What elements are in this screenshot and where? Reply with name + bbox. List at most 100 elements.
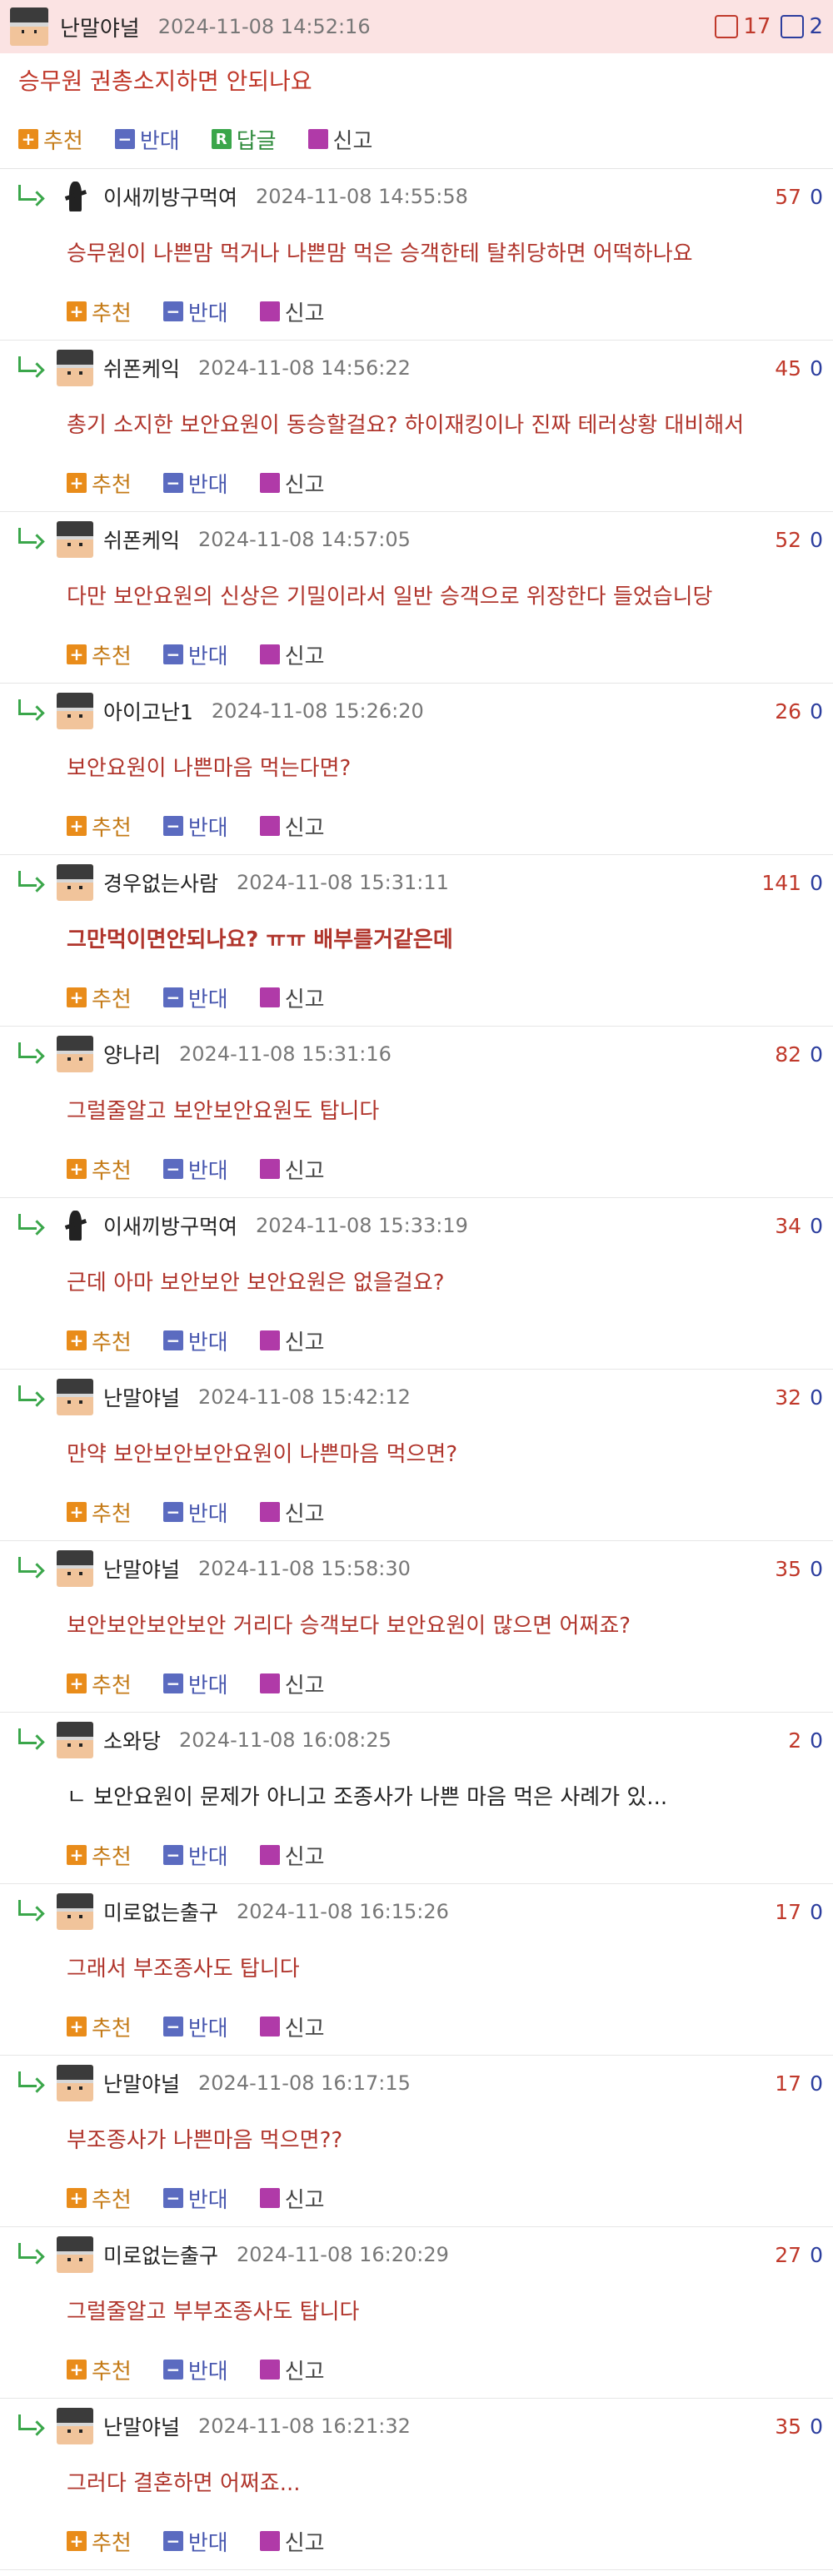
comment-author[interactable]: 이새끼방구먹여	[103, 182, 237, 211]
oppose-button[interactable]: − 반대	[162, 1154, 228, 1185]
comment-text: 그러다 결혼하면 어쩌죠...	[67, 2471, 301, 2496]
author-avatar[interactable]	[57, 2065, 93, 2101]
recommend-button[interactable]: + 추천	[67, 2012, 132, 2042]
comment-actions: + 추천 − 반대 신고	[0, 1484, 833, 1539]
recommend-button[interactable]: + 추천	[18, 124, 83, 155]
recommend-button[interactable]: + 추천	[67, 982, 132, 1013]
recommend-button[interactable]: + 추천	[67, 811, 132, 842]
report-button[interactable]: 신고	[259, 1840, 325, 1871]
author-avatar[interactable]	[57, 1550, 93, 1587]
comment-author[interactable]: 미로없는출구	[103, 1897, 218, 1927]
oppose-button[interactable]: − 반대	[162, 1497, 228, 1528]
post-author[interactable]: 난말야널	[60, 12, 140, 42]
thumbs-down-icon	[781, 15, 805, 38]
recommend-button[interactable]: + 추천	[67, 1154, 132, 1185]
report-button[interactable]: 신고	[307, 124, 372, 155]
author-avatar[interactable]	[57, 1722, 93, 1758]
comment-author[interactable]: 소와당	[103, 1725, 161, 1755]
author-avatar[interactable]	[57, 1893, 93, 1930]
report-button[interactable]: 신고	[259, 2012, 325, 2042]
reply-arrow-icon	[15, 185, 45, 208]
recommend-button[interactable]: + 추천	[67, 639, 132, 670]
recommend-button[interactable]: + 추천	[67, 2355, 132, 2385]
report-button[interactable]: 신고	[259, 1668, 325, 1699]
recommend-button[interactable]: + 추천	[67, 1668, 132, 1699]
recommend-button[interactable]: + 추천	[67, 2183, 132, 2214]
author-avatar[interactable]	[57, 178, 93, 215]
oppose-button[interactable]: − 반대	[162, 1840, 228, 1871]
recommend-button[interactable]: + 추천	[67, 2526, 132, 2557]
comment-votes: 20	[788, 1713, 823, 1768]
report-button[interactable]: 신고	[259, 2183, 325, 2214]
recommend-button[interactable]: + 추천	[67, 1840, 132, 1871]
comment-author[interactable]: 난말야널	[103, 1382, 180, 1412]
author-avatar[interactable]	[57, 521, 93, 558]
oppose-button[interactable]: − 반대	[162, 1668, 228, 1699]
comment-date: 2024-11-08 16:15:26	[237, 1900, 449, 1923]
comment-votes: 34 0	[775, 1198, 823, 1253]
comment-header: 난말야널 2024-11-08 16:21:32 35 0	[0, 2399, 833, 2454]
report-button[interactable]: 신고	[259, 2355, 325, 2385]
comment-header: 미로없는출구 2024-11-08 16:20:29 27 0	[0, 2227, 833, 2282]
comment-actions: + 추천 − 반대 신고	[0, 1828, 833, 1882]
author-avatar[interactable]	[57, 1379, 93, 1415]
comment-author[interactable]: 난말야널	[103, 2411, 180, 2441]
oppose-button[interactable]: − 반대	[162, 639, 228, 670]
plus-icon: +	[67, 1673, 87, 1693]
oppose-button[interactable]: − 반대	[162, 2183, 228, 2214]
reply-button[interactable]: R 답글	[211, 124, 277, 155]
report-button[interactable]: 신고	[259, 1154, 325, 1185]
comment-author[interactable]: 쉬폰케익	[103, 525, 180, 554]
oppose-button[interactable]: − 반대	[162, 1325, 228, 1356]
author-avatar[interactable]	[57, 2408, 93, 2444]
oppose-button[interactable]: − 반대	[162, 811, 228, 842]
oppose-button[interactable]: − 반대	[162, 982, 228, 1013]
comment-author[interactable]: 이새끼방구먹여	[103, 1211, 237, 1241]
comment-author[interactable]: 미로없는출구	[103, 2240, 218, 2270]
report-icon	[259, 1845, 280, 1865]
reply-arrow-icon	[15, 356, 45, 380]
comment-item: 난말야널 2024-11-08 15:42:12 32 0 만약 보안보안보안요원이 나…	[0, 1370, 833, 1541]
comment-votes: 26 0	[775, 684, 823, 738]
author-avatar[interactable]	[57, 2236, 93, 2273]
author-avatar[interactable]	[57, 864, 93, 901]
reply-arrow-icon	[15, 1557, 45, 1580]
plus-icon: +	[67, 2360, 87, 2380]
recommend-button[interactable]: + 추천	[67, 296, 132, 327]
report-button[interactable]: 신고	[259, 639, 325, 670]
comment-author[interactable]: 양나리	[103, 1039, 161, 1069]
recommend-button[interactable]: + 추천	[67, 468, 132, 499]
recommend-button[interactable]: + 추천	[67, 1497, 132, 1528]
comment-item: 난말야널 2024-11-08 16:17:15 17 0 부조종사가 나쁜마음 먹으면…	[0, 2056, 833, 2227]
report-button[interactable]: 신고	[259, 811, 325, 842]
comment-actions: + 추천 − 반대 신고	[0, 2342, 833, 2397]
comment-header: 난말야널 2024-11-08 15:42:12 32 0	[0, 1370, 833, 1425]
oppose-button[interactable]: − 반대	[162, 2526, 228, 2557]
report-button[interactable]: 신고	[259, 982, 325, 1013]
oppose-button[interactable]: − 반대	[162, 2012, 228, 2042]
author-avatar[interactable]	[10, 7, 48, 46]
report-button[interactable]: 신고	[259, 1497, 325, 1528]
comment-author[interactable]: 난말야널	[103, 2068, 180, 2098]
oppose-button[interactable]: − 반대	[114, 124, 180, 155]
recommend-button[interactable]: + 추천	[67, 1325, 132, 1356]
comment-date: 2024-11-08 16:17:15	[198, 2071, 411, 2095]
author-avatar[interactable]	[57, 1036, 93, 1072]
oppose-button[interactable]: − 반대	[162, 468, 228, 499]
comment-author[interactable]: 난말야널	[103, 1554, 180, 1584]
report-button[interactable]: 신고	[259, 2526, 325, 2557]
author-avatar[interactable]	[57, 350, 93, 386]
comment-date: 2024-11-08 16:20:29	[237, 2243, 449, 2266]
comment-author[interactable]: 아이고난1	[103, 696, 193, 726]
comment-author[interactable]: 쉬폰케익	[103, 353, 180, 383]
comment-author[interactable]: 경우없는사람	[103, 868, 218, 898]
report-button[interactable]: 신고	[259, 1325, 325, 1356]
author-avatar[interactable]	[57, 1207, 93, 1244]
author-avatar[interactable]	[57, 693, 93, 729]
oppose-button[interactable]: − 반대	[162, 296, 228, 327]
comment-item: 난말야널 2024-11-08 16:21:32 35 0 그러다 결혼하면 어쩌죠..…	[0, 2399, 833, 2570]
plus-icon: +	[67, 816, 87, 836]
oppose-button[interactable]: − 반대	[162, 2355, 228, 2385]
report-button[interactable]: 신고	[259, 296, 325, 327]
report-button[interactable]: 신고	[259, 468, 325, 499]
